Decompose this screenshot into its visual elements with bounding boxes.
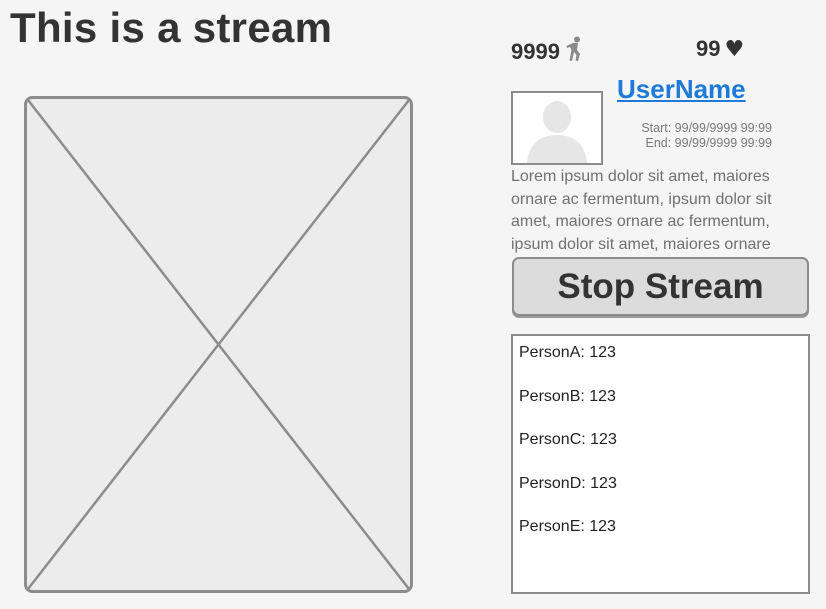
- chat-message: PersonA: 123: [519, 344, 616, 361]
- viewer-count-value: 9999: [511, 39, 560, 64]
- heart-icon: ♥: [724, 36, 745, 62]
- person-walking-icon: [564, 36, 584, 68]
- page-title: This is a stream: [10, 4, 333, 51]
- chat-list[interactable]: PersonA: 123 PersonB: 123 PersonC: 123 P…: [511, 334, 810, 594]
- video-player-placeholder[interactable]: [24, 96, 413, 593]
- stream-end-time: End: 99/99/9999 99:99: [645, 136, 772, 150]
- stream-times: Start: 99/99/9999 99:99 End: 99/99/9999 …: [610, 121, 772, 151]
- like-count-value: 99: [696, 36, 721, 61]
- avatar[interactable]: [511, 91, 603, 165]
- video-placeholder-image: [24, 96, 413, 593]
- stream-start-time: Start: 99/99/9999 99:99: [641, 121, 772, 135]
- stream-description: Lorem ipsum dolor sit amet, maiores orna…: [511, 168, 772, 253]
- chat-message: PersonC: 123: [519, 431, 617, 448]
- user-avatar-placeholder-icon: [513, 93, 601, 163]
- chat-message: PersonD: 123: [519, 474, 617, 492]
- chat-message: PersonE: 123: [519, 518, 616, 535]
- chat-message: PersonB: 123: [519, 387, 616, 405]
- viewer-count: 9999: [511, 36, 584, 68]
- username-link[interactable]: UserName: [617, 74, 746, 105]
- stop-stream-button[interactable]: Stop Stream: [512, 257, 809, 316]
- like-count: 99 ♥: [696, 36, 744, 62]
